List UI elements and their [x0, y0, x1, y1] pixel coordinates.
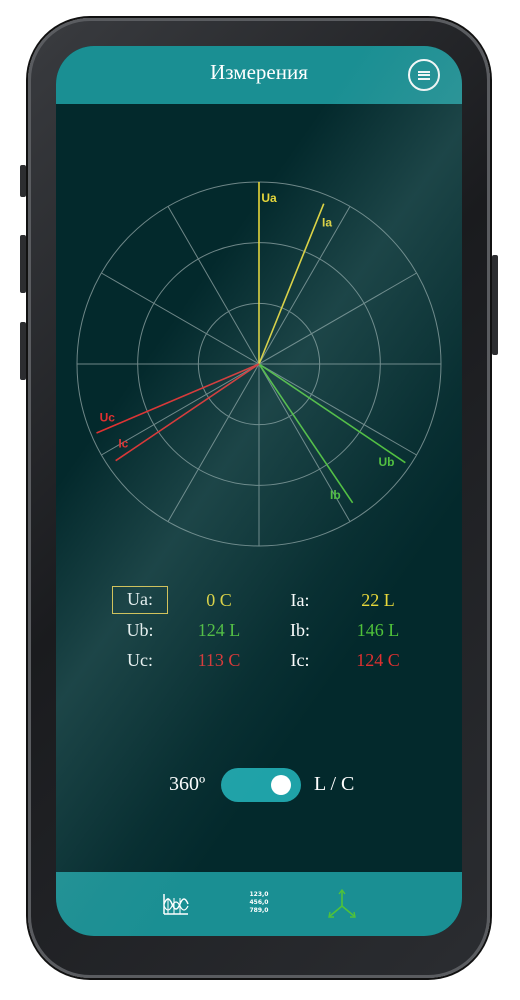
reading-label-ib[interactable]: Ib: — [272, 620, 328, 641]
bottom-nav: 123,0 456,0 789,0 — [56, 872, 462, 936]
numeric-icon-line-2: 456,0 — [249, 899, 269, 906]
side-button-silent — [20, 165, 26, 197]
reading-row-b: Ub: 124 L Ib: 146 L — [112, 620, 412, 646]
reading-value-uc: 113 C — [197, 650, 241, 670]
reading-row-c: Uc: 113 C Ic: 124 C — [112, 650, 412, 676]
vector-label-ic: Ic — [118, 436, 128, 450]
reading-label-uc[interactable]: Uc: — [112, 650, 168, 671]
nav-vector-diagram[interactable] — [322, 886, 362, 922]
numeric-icon-line-1: 123,0 — [249, 891, 269, 898]
vector-ub — [258, 363, 406, 464]
vector-ib — [258, 363, 354, 504]
vector-ia — [258, 203, 325, 365]
side-button-volume-up — [20, 235, 26, 293]
vector-label-ub: Ub — [379, 455, 395, 469]
reading-label-ic[interactable]: Ic: — [272, 650, 328, 671]
vector-label-ia: Ia — [322, 215, 332, 229]
toggle-label-lc: L / C — [314, 773, 355, 795]
mode-toggle-switch[interactable] — [221, 768, 301, 802]
side-button-volume-down — [20, 322, 26, 380]
vector-ic — [115, 363, 260, 462]
reading-value-ia: 22 L — [361, 590, 395, 610]
reading-value-ib: 146 L — [356, 620, 400, 640]
side-button-power — [492, 255, 498, 355]
reading-label-ub[interactable]: Ub: — [112, 620, 168, 641]
vector-uc — [96, 363, 260, 434]
numeric-icon-line-3: 789,0 — [249, 907, 269, 914]
reading-label-ua[interactable]: Ua: — [112, 586, 168, 614]
app-screen: Измерения Ua Ia Ub Ib Uc Ic Ua: 0 C Ia: 22 L … — [56, 46, 462, 936]
vector-diagram-icon — [328, 888, 356, 918]
numeric-values-icon: 123,0 456,0 789,0 — [239, 886, 279, 915]
vector-label-ib: Ib — [330, 488, 341, 502]
reading-value-ua: 0 C — [206, 590, 232, 610]
mode-toggle-row: 360º L / C — [56, 766, 462, 806]
toggle-label-360: 360º — [169, 773, 206, 795]
nav-numeric-values[interactable]: 123,0 456,0 789,0 — [239, 886, 279, 922]
reading-row-a: Ua: 0 C Ia: 22 L — [112, 586, 412, 616]
toggle-knob — [271, 775, 291, 795]
vector-diagram: Ua Ia Ub Ib UcIc — [76, 181, 442, 547]
waveform-icon — [163, 894, 189, 915]
nav-waveform[interactable] — [156, 886, 196, 922]
vector-label-ua: Ua — [261, 191, 277, 205]
reading-value-ic: 124 C — [356, 650, 400, 670]
vector-label-uc: Uc — [100, 411, 116, 425]
reading-value-ub: 124 L — [197, 620, 241, 640]
reading-label-ia[interactable]: Ia: — [272, 590, 328, 611]
